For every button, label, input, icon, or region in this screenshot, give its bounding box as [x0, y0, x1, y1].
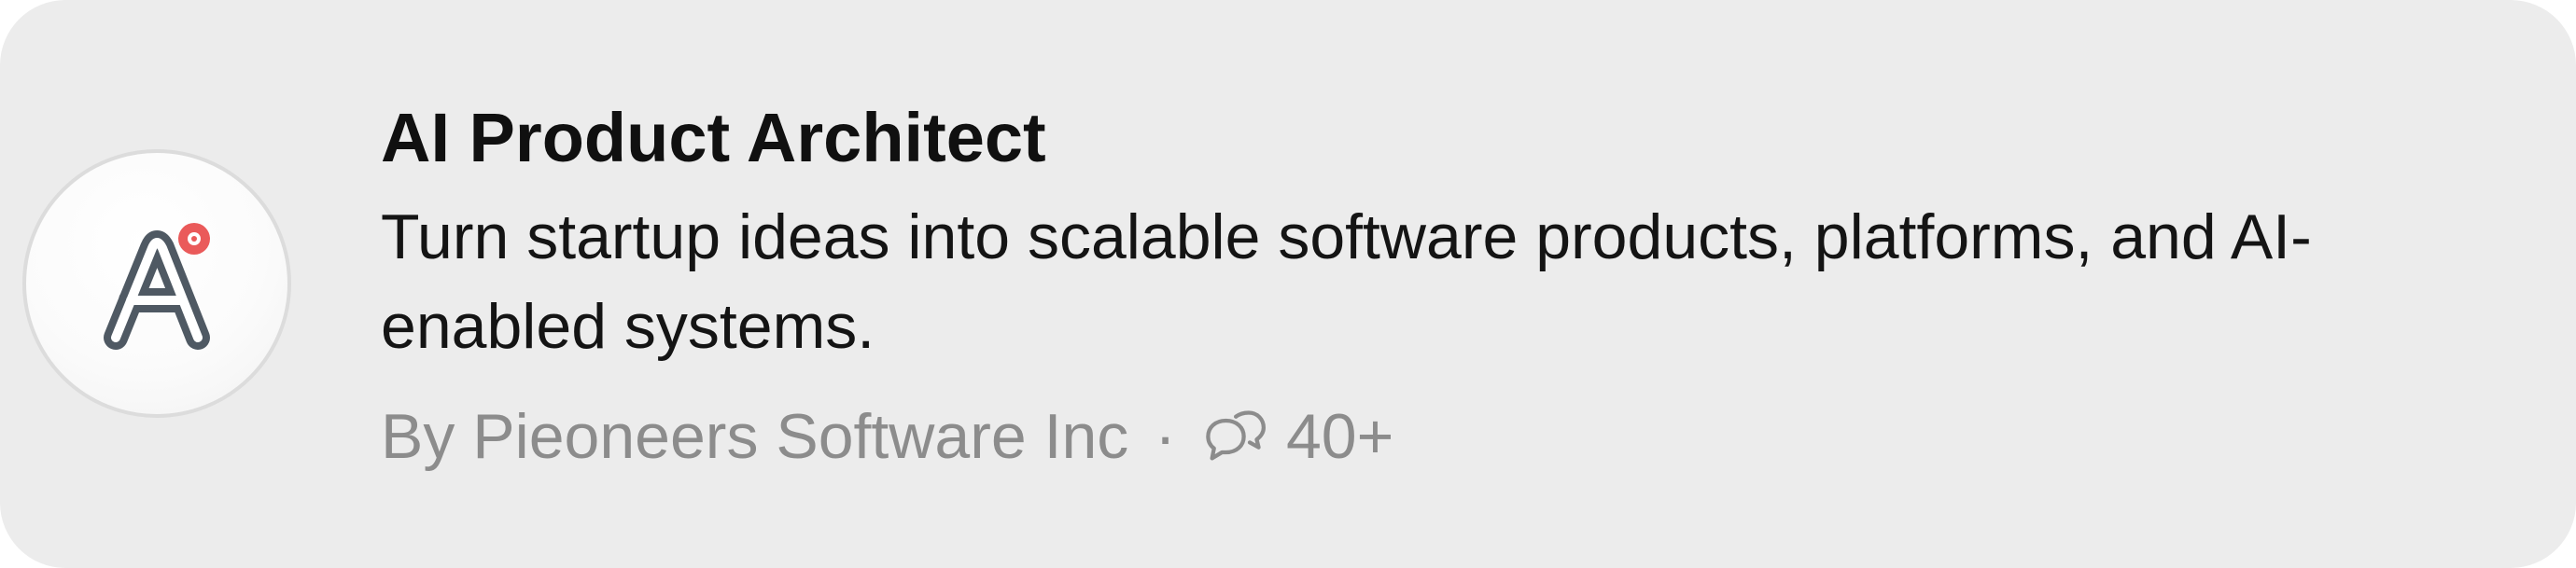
gpt-avatar	[22, 149, 291, 418]
product-architect-logo-icon	[104, 223, 210, 350]
gpt-title[interactable]: AI Product Architect	[381, 96, 1046, 180]
author-name: By Pieoneers Software Inc	[381, 401, 1129, 472]
gpt-description: Turn startup ideas into scalable softwar…	[381, 201, 2312, 362]
gpt-meta: By Pieoneers Software Inc · 40+	[381, 392, 1393, 481]
chat-bubbles-icon	[1206, 410, 1266, 461]
gpt-card[interactable]: AI Product Architect Turn startup ideas …	[0, 0, 2576, 568]
conversation-count: 40+	[1285, 401, 1394, 472]
gpt-card-content: AI Product Architect Turn startup ideas …	[381, 0, 2527, 568]
meta-separator: ·	[1155, 401, 1176, 472]
